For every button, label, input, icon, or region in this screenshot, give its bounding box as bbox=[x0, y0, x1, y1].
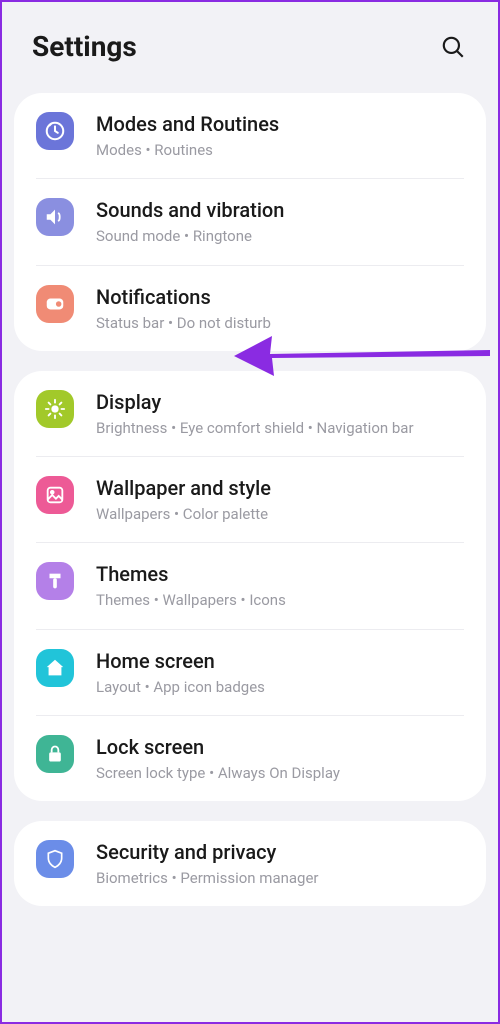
settings-row-notifications[interactable]: Notifications Status bar • Do not distur… bbox=[36, 266, 464, 351]
row-subtitle: Status bar • Do not disturb bbox=[96, 313, 464, 333]
row-text: Home screen Layout • App icon badges bbox=[96, 648, 464, 697]
search-icon bbox=[440, 34, 466, 60]
themes-icon bbox=[36, 562, 74, 600]
row-subtitle: Screen lock type • Always On Display bbox=[96, 763, 464, 783]
settings-row-lock[interactable]: Lock screen Screen lock type • Always On… bbox=[36, 716, 464, 801]
wallpaper-icon bbox=[36, 476, 74, 514]
settings-group: Modes and Routines Modes • Routines Soun… bbox=[14, 93, 486, 351]
settings-group: Display Brightness • Eye comfort shield … bbox=[14, 371, 486, 801]
row-subtitle: Sound mode • Ringtone bbox=[96, 226, 464, 246]
row-subtitle: Themes • Wallpapers • Icons bbox=[96, 590, 464, 610]
modes-icon bbox=[36, 112, 74, 150]
page-title: Settings bbox=[32, 30, 137, 63]
row-title: Display bbox=[96, 389, 464, 415]
display-icon bbox=[36, 390, 74, 428]
row-title: Sounds and vibration bbox=[96, 197, 464, 223]
row-text: Display Brightness • Eye comfort shield … bbox=[96, 389, 464, 438]
row-text: Security and privacy Biometrics • Permis… bbox=[96, 839, 464, 888]
row-text: Notifications Status bar • Do not distur… bbox=[96, 284, 464, 333]
row-title: Lock screen bbox=[96, 734, 464, 760]
row-title: Wallpaper and style bbox=[96, 475, 464, 501]
settings-row-wallpaper[interactable]: Wallpaper and style Wallpapers • Color p… bbox=[36, 457, 464, 543]
settings-group: Security and privacy Biometrics • Permis… bbox=[14, 821, 486, 906]
home-icon bbox=[36, 649, 74, 687]
sound-icon bbox=[36, 198, 74, 236]
row-title: Home screen bbox=[96, 648, 464, 674]
row-title: Notifications bbox=[96, 284, 464, 310]
search-button[interactable] bbox=[438, 32, 468, 62]
row-text: Sounds and vibration Sound mode • Ringto… bbox=[96, 197, 464, 246]
row-subtitle: Wallpapers • Color palette bbox=[96, 504, 464, 524]
row-text: Themes Themes • Wallpapers • Icons bbox=[96, 561, 464, 610]
header: Settings bbox=[2, 2, 498, 93]
settings-row-themes[interactable]: Themes Themes • Wallpapers • Icons bbox=[36, 543, 464, 629]
row-title: Themes bbox=[96, 561, 464, 587]
row-text: Modes and Routines Modes • Routines bbox=[96, 111, 464, 160]
lock-icon bbox=[36, 735, 74, 773]
settings-row-security[interactable]: Security and privacy Biometrics • Permis… bbox=[36, 821, 464, 906]
row-title: Security and privacy bbox=[96, 839, 464, 865]
settings-row-sounds[interactable]: Sounds and vibration Sound mode • Ringto… bbox=[36, 179, 464, 265]
settings-row-modes[interactable]: Modes and Routines Modes • Routines bbox=[36, 93, 464, 179]
row-subtitle: Layout • App icon badges bbox=[96, 677, 464, 697]
security-icon bbox=[36, 840, 74, 878]
row-text: Lock screen Screen lock type • Always On… bbox=[96, 734, 464, 783]
row-subtitle: Brightness • Eye comfort shield • Naviga… bbox=[96, 418, 464, 438]
settings-row-display[interactable]: Display Brightness • Eye comfort shield … bbox=[36, 371, 464, 457]
row-text: Wallpaper and style Wallpapers • Color p… bbox=[96, 475, 464, 524]
row-subtitle: Modes • Routines bbox=[96, 140, 464, 160]
settings-row-home[interactable]: Home screen Layout • App icon badges bbox=[36, 630, 464, 716]
notifications-icon bbox=[36, 285, 74, 323]
row-title: Modes and Routines bbox=[96, 111, 464, 137]
row-subtitle: Biometrics • Permission manager bbox=[96, 868, 464, 888]
